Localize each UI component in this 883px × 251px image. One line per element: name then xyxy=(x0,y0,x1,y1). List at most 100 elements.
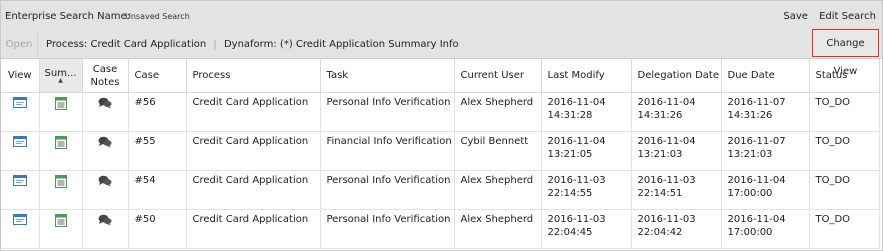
summary-sheet-icon[interactable] xyxy=(54,214,67,231)
delegation-date-day: 2016-11-04 xyxy=(637,97,696,108)
due-date-time: 13:21:03 xyxy=(727,149,773,160)
table-row[interactable]: #55 Credit Card Application Financial Info… xyxy=(1,131,880,171)
last-modify-date: 2016-11-03 xyxy=(547,214,606,225)
col-current-user[interactable]: Current User xyxy=(454,59,542,93)
last-modify-time: 13:21:05 xyxy=(547,149,593,160)
top-bar: Enterprise Search Name: Unsaved Search S… xyxy=(1,1,882,33)
case-number: #54 xyxy=(128,170,187,210)
status: TO_DO xyxy=(809,209,880,249)
search-name-label: Enterprise Search Name: xyxy=(5,11,131,22)
last-modify: 2016-11-03 22:04:45 xyxy=(541,209,632,249)
col-delegation-date[interactable]: Delegation Date xyxy=(631,59,722,93)
summary-cell[interactable] xyxy=(39,209,83,249)
col-due-date[interactable]: Due Date xyxy=(721,59,810,93)
table-header-row: View Sum... ▲ Case Notes Case Process Ta… xyxy=(1,59,880,93)
table-row[interactable]: #54 Credit Card Application Personal Info … xyxy=(1,170,880,210)
status: TO_DO xyxy=(809,92,880,132)
status: TO_DO xyxy=(809,131,880,171)
search-name-value: Unsaved Search xyxy=(125,12,190,21)
due-date-time: 17:00:00 xyxy=(727,188,773,199)
view-window-icon[interactable] xyxy=(12,136,27,151)
case-number: #56 xyxy=(128,92,187,132)
summary-sheet-icon[interactable] xyxy=(54,136,67,153)
view-window-icon[interactable] xyxy=(12,97,27,112)
case-notes-cell[interactable] xyxy=(82,131,129,171)
col-task[interactable]: Task xyxy=(320,59,455,93)
case-number: #50 xyxy=(128,209,187,249)
case-notes-cell[interactable] xyxy=(82,209,129,249)
case-number: #55 xyxy=(128,131,187,171)
col-summary[interactable]: Sum... ▲ xyxy=(39,59,83,93)
dynaform-value: (*) Credit Application Summary Info xyxy=(279,39,459,50)
due-date-day: 2016-11-07 xyxy=(727,136,786,147)
col-last-modify[interactable]: Last Modify xyxy=(541,59,632,93)
due-date-time: 17:00:00 xyxy=(727,227,773,238)
col-case-notes[interactable]: Case Notes xyxy=(82,59,129,93)
process-name: Credit Card Application xyxy=(186,131,321,171)
speech-bubbles-icon[interactable] xyxy=(98,214,112,230)
delegation-date: 2016-11-04 13:21:03 xyxy=(631,131,722,171)
case-notes-cell[interactable] xyxy=(82,92,129,132)
delegation-date-time: 22:04:42 xyxy=(637,227,683,238)
process-info: Process: Credit Card Application | Dynaf… xyxy=(46,39,459,50)
save-button[interactable]: Save xyxy=(783,11,808,22)
enterprise-search-panel: Enterprise Search Name: Unsaved Search S… xyxy=(0,0,883,251)
change-view-button[interactable]: Change View xyxy=(812,29,879,77)
process-name: Credit Card Application xyxy=(186,92,321,132)
open-button[interactable]: Open xyxy=(1,33,38,57)
col-case-notes-line2: Notes xyxy=(90,76,120,88)
last-modify-date: 2016-11-04 xyxy=(547,136,606,147)
due-date-day: 2016-11-04 xyxy=(727,175,786,186)
view-cell[interactable] xyxy=(1,131,40,171)
view-window-icon[interactable] xyxy=(12,214,27,229)
case-notes-cell[interactable] xyxy=(82,170,129,210)
delegation-date-time: 13:21:03 xyxy=(637,149,683,160)
table-body: #56 Credit Card Application Personal Info … xyxy=(1,92,880,249)
last-modify-time: 22:04:45 xyxy=(547,227,593,238)
due-date: 2016-11-07 13:21:03 xyxy=(721,131,810,171)
due-date-day: 2016-11-04 xyxy=(727,214,786,225)
due-date-day: 2016-11-07 xyxy=(727,97,786,108)
col-view[interactable]: View xyxy=(1,59,40,93)
table-row[interactable]: #50 Credit Card Application Personal Info … xyxy=(1,209,880,249)
process-label: Process: xyxy=(46,39,88,50)
speech-bubbles-icon[interactable] xyxy=(98,175,112,191)
col-case[interactable]: Case xyxy=(128,59,187,93)
summary-sheet-icon[interactable] xyxy=(54,97,67,114)
last-modify: 2016-11-04 13:21:05 xyxy=(541,131,632,171)
process-value: Credit Card Application xyxy=(90,39,207,50)
table-row[interactable]: #56 Credit Card Application Personal Info … xyxy=(1,92,880,132)
last-modify: 2016-11-03 22:14:55 xyxy=(541,170,632,210)
task-name: Personal Info Verification xyxy=(320,92,455,132)
speech-bubbles-icon[interactable] xyxy=(98,97,112,113)
view-cell[interactable] xyxy=(1,92,40,132)
cases-table: View Sum... ▲ Case Notes Case Process Ta… xyxy=(1,59,880,249)
current-user: Cybil Bennett xyxy=(454,131,542,171)
delegation-date-time: 22:14:51 xyxy=(637,188,683,199)
due-date-time: 14:31:26 xyxy=(727,110,773,121)
delegation-date-day: 2016-11-03 xyxy=(637,214,696,225)
process-name: Credit Card Application xyxy=(186,170,321,210)
last-modify: 2016-11-04 14:31:28 xyxy=(541,92,632,132)
speech-bubbles-icon[interactable] xyxy=(98,136,112,152)
col-case-notes-line1: Case xyxy=(92,63,118,75)
summary-cell[interactable] xyxy=(39,131,83,171)
dynaform-label: Dynaform: xyxy=(223,39,277,50)
view-cell[interactable] xyxy=(1,170,40,210)
delegation-date: 2016-11-03 22:14:51 xyxy=(631,170,722,210)
summary-cell[interactable] xyxy=(39,92,83,132)
col-process[interactable]: Process xyxy=(186,59,321,93)
summary-sheet-icon[interactable] xyxy=(54,175,67,192)
task-name: Financial Info Verification xyxy=(320,131,455,171)
view-cell[interactable] xyxy=(1,209,40,249)
edit-search-button[interactable]: Edit Search xyxy=(819,11,876,22)
task-name: Personal Info Verification xyxy=(320,170,455,210)
task-name: Personal Info Verification xyxy=(320,209,455,249)
status: TO_DO xyxy=(809,170,880,210)
separator: | xyxy=(213,39,217,50)
last-modify-date: 2016-11-03 xyxy=(547,175,606,186)
summary-cell[interactable] xyxy=(39,170,83,210)
view-window-icon[interactable] xyxy=(12,175,27,190)
process-name: Credit Card Application xyxy=(186,209,321,249)
due-date: 2016-11-04 17:00:00 xyxy=(721,170,810,210)
